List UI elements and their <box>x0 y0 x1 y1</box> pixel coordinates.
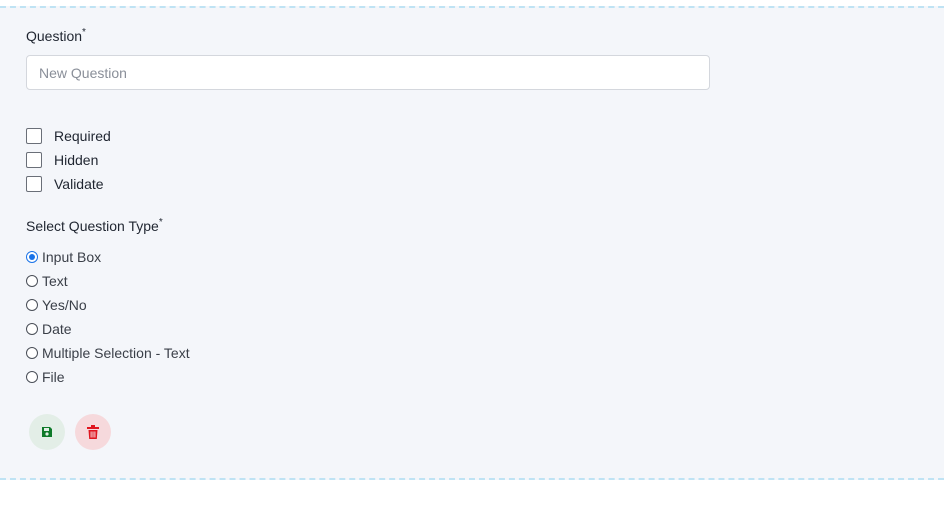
question-label-text: Question <box>26 28 83 44</box>
type-option-input-box[interactable]: Input Box <box>26 245 190 269</box>
type-radio-date[interactable] <box>26 323 38 335</box>
hidden-label: Hidden <box>54 152 99 168</box>
type-label-date: Date <box>42 321 72 337</box>
type-option-file[interactable]: File <box>26 365 190 389</box>
required-marker: * <box>82 27 86 38</box>
question-type-label: Select Question Type* <box>26 217 163 234</box>
type-label-multiple-selection-text: Multiple Selection - Text <box>42 345 190 361</box>
save-button[interactable] <box>29 414 65 450</box>
type-radio-multiple-selection-text[interactable] <box>26 347 38 359</box>
type-label-file: File <box>42 369 65 385</box>
question-type-label-text: Select Question Type <box>26 218 159 234</box>
type-option-yes-no[interactable]: Yes/No <box>26 293 190 317</box>
required-label: Required <box>54 128 111 144</box>
type-label-input-box: Input Box <box>42 249 102 265</box>
trash-icon <box>87 425 99 439</box>
question-label: Question* <box>26 27 86 44</box>
required-option[interactable]: Required <box>26 124 111 148</box>
type-option-date[interactable]: Date <box>26 317 190 341</box>
validate-checkbox[interactable] <box>26 176 42 192</box>
type-radio-file[interactable] <box>26 371 38 383</box>
type-label-text: Text <box>42 273 68 289</box>
type-option-multiple-selection-text[interactable]: Multiple Selection - Text <box>26 341 190 365</box>
question-options: Required Hidden Validate <box>26 124 111 196</box>
question-editor-panel: Question* Required Hidden Validate Selec… <box>0 6 944 480</box>
question-type-group: Input Box Text Yes/No Date Multiple Sele… <box>26 245 190 389</box>
save-icon <box>42 427 52 437</box>
type-label-yes-no: Yes/No <box>42 297 87 313</box>
hidden-option[interactable]: Hidden <box>26 148 111 172</box>
validate-label: Validate <box>54 176 104 192</box>
validate-option[interactable]: Validate <box>26 172 111 196</box>
type-radio-input-box[interactable] <box>26 251 38 263</box>
type-option-text[interactable]: Text <box>26 269 190 293</box>
hidden-checkbox[interactable] <box>26 152 42 168</box>
required-marker: * <box>158 217 163 228</box>
type-radio-text[interactable] <box>26 275 38 287</box>
question-input[interactable] <box>26 55 710 90</box>
type-radio-yes-no[interactable] <box>26 299 38 311</box>
delete-button[interactable] <box>75 414 111 450</box>
required-checkbox[interactable] <box>26 128 42 144</box>
